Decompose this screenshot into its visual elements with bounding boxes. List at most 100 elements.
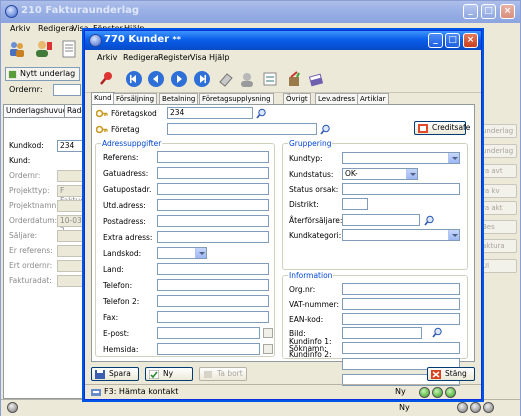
background-field[interactable]: [57, 245, 87, 257]
keyboard-icon: [91, 389, 101, 396]
tab-ovrigt[interactable]: Övrigt: [283, 93, 311, 104]
info-field[interactable]: [342, 313, 460, 325]
tab-underlagshuvud[interactable]: Underlagshuvud: [3, 104, 71, 117]
status-orsak-field[interactable]: [342, 183, 460, 195]
adress-field[interactable]: [157, 295, 269, 307]
right-button-5[interactable]: ra akt: [479, 201, 517, 215]
background-field[interactable]: 10-03-2: [57, 215, 87, 235]
adress-field[interactable]: [157, 311, 269, 323]
tab-forsaljning[interactable]: Försäljning: [113, 93, 158, 104]
menu-redigera[interactable]: Redigera: [123, 53, 159, 62]
next-record-icon[interactable]: [170, 70, 188, 88]
delete-button[interactable]: Ta bort: [199, 367, 247, 381]
background-field[interactable]: [57, 230, 87, 242]
right-button-8[interactable]: Ul: [479, 259, 517, 273]
right-button-7[interactable]: aktura: [479, 239, 517, 253]
save-button[interactable]: Spara: [91, 367, 139, 381]
right-button-4[interactable]: ra kv: [479, 184, 517, 198]
web-icon[interactable]: [263, 344, 273, 354]
adress-field[interactable]: [157, 199, 269, 211]
search-icon[interactable]: [432, 327, 443, 338]
kundtyp-select[interactable]: [342, 152, 460, 164]
maximize-icon[interactable]: □: [481, 4, 496, 19]
right-button-2[interactable]: underlag: [479, 144, 517, 158]
adress-field[interactable]: [157, 343, 260, 355]
adress-field[interactable]: [157, 183, 269, 195]
adress-field[interactable]: [157, 279, 269, 291]
tab-kund[interactable]: Kund: [91, 92, 115, 104]
new-icon: [149, 370, 159, 379]
menu-arkiv[interactable]: Arkiv: [97, 53, 117, 62]
info-field[interactable]: [342, 283, 460, 295]
aterforsaljare-label: Återförsäljare:: [289, 216, 343, 225]
search-icon[interactable]: [256, 108, 267, 119]
creditsafe-button[interactable]: Creditsafe: [414, 121, 470, 135]
menu-arkiv[interactable]: Arkiv: [10, 24, 30, 33]
right-button-6[interactable]: Bes: [479, 220, 517, 234]
adress-field[interactable]: [157, 167, 269, 179]
user-icon[interactable]: [238, 70, 256, 88]
right-button-3[interactable]: ra avt: [479, 164, 517, 178]
adress-field[interactable]: [157, 215, 269, 227]
delete-icon: [204, 371, 212, 378]
background-field-label: Projektnamn:: [9, 201, 59, 210]
background-field[interactable]: [57, 200, 87, 212]
close-icon[interactable]: ×: [500, 4, 515, 19]
right-button-1[interactable]: underlag: [479, 124, 517, 138]
tab-artiklar[interactable]: Artiklar: [357, 93, 389, 104]
people-icon[interactable]: [7, 39, 27, 59]
aterforsaljare-field[interactable]: [342, 214, 420, 226]
background-field[interactable]: [57, 170, 87, 182]
tab-lev-adress[interactable]: Lev.adress: [315, 93, 358, 104]
distrikt-field[interactable]: [342, 198, 368, 210]
menu-hjalp[interactable]: Hjälp: [209, 53, 229, 62]
adress-field[interactable]: [157, 263, 269, 275]
new-button[interactable]: Ny: [145, 367, 193, 381]
order-field[interactable]: [53, 84, 81, 96]
adress-field[interactable]: [157, 151, 269, 163]
foretagskod-field[interactable]: 234: [167, 107, 253, 119]
document-icon[interactable]: [59, 39, 79, 59]
menu-visa[interactable]: Visa: [190, 53, 207, 62]
background-field-label: Projekttyp:: [9, 186, 50, 195]
search-icon[interactable]: [424, 215, 435, 226]
close-button[interactable]: Stäng: [427, 367, 475, 381]
kundkategori-select[interactable]: [342, 229, 460, 241]
maximize-icon[interactable]: □: [445, 33, 460, 48]
last-record-icon[interactable]: [193, 70, 211, 88]
tab-betalning[interactable]: Betalning: [159, 93, 199, 104]
tools-icon[interactable]: [285, 70, 303, 88]
eraser-icon[interactable]: [217, 70, 235, 88]
previous-record-icon[interactable]: [147, 70, 165, 88]
info-field[interactable]: [342, 327, 422, 339]
background-field-label: Fakturadat:: [9, 276, 52, 285]
email-icon[interactable]: [263, 328, 273, 338]
info-field[interactable]: [342, 342, 460, 354]
menu-redigera[interactable]: Redigera: [38, 24, 74, 33]
info-field[interactable]: [342, 298, 460, 310]
background-field[interactable]: F Faktura: [57, 185, 88, 205]
adress-field[interactable]: [157, 231, 269, 243]
delete-label: Ta bort: [217, 369, 243, 378]
form-icon[interactable]: [261, 70, 279, 88]
adress-field[interactable]: [157, 327, 260, 339]
contact-icon[interactable]: [33, 39, 53, 59]
background-field[interactable]: 234: [57, 140, 87, 152]
dialog-title-bar[interactable]: 770 Kunder ** _ □ ×: [85, 31, 481, 50]
pin-icon[interactable]: [97, 70, 115, 88]
close-icon[interactable]: ×: [463, 33, 478, 48]
foretag-field[interactable]: [167, 123, 317, 135]
kundstatus-select[interactable]: OK-: [342, 168, 418, 180]
books-icon[interactable]: [307, 70, 325, 88]
close-label: Stäng: [445, 369, 467, 378]
minimize-icon[interactable]: _: [428, 33, 443, 48]
first-record-icon[interactable]: [125, 70, 143, 88]
landskod-select[interactable]: [157, 247, 207, 259]
new-underlag-button[interactable]: Nytt underlag: [5, 67, 80, 81]
background-field[interactable]: [57, 260, 87, 272]
minimize-icon[interactable]: _: [463, 4, 478, 19]
background-field[interactable]: [57, 275, 87, 287]
tab-foretagsupplysning[interactable]: Företagsupplysning: [199, 93, 274, 104]
menu-register[interactable]: Register: [158, 53, 191, 62]
search-icon[interactable]: [320, 124, 331, 135]
